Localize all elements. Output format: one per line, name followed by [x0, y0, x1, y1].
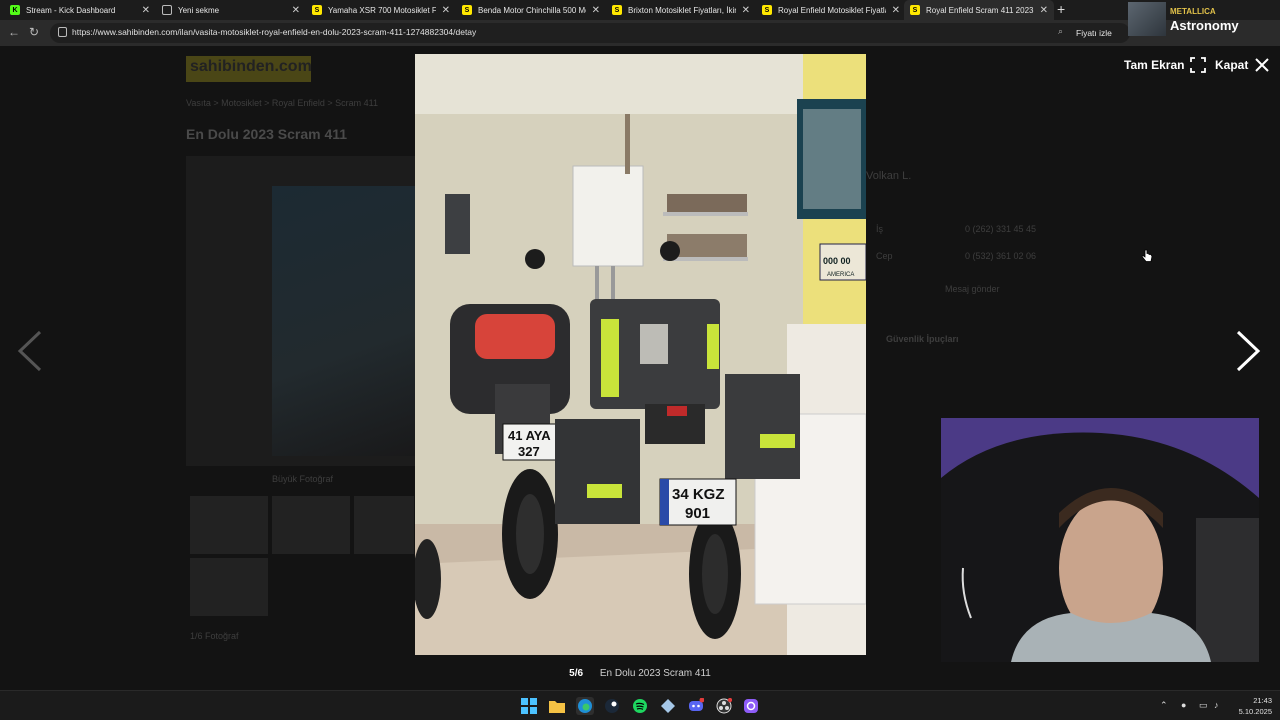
site-logo: sahibinden.com [186, 56, 312, 82]
now-playing-widget: METALLICA Astronomy [1128, 2, 1280, 36]
tab-strip: K Stream - Kick Dashboard ✕ Yeni sekme ✕… [0, 0, 1280, 20]
listing-photo: 000 00 AMERICA 41 AYA 327 34 KGZ 901 [415, 54, 866, 655]
tab-brixton[interactable]: S Brixton Motosiklet Fiyatları, İkinci ✕ [606, 0, 756, 20]
refresh-icon[interactable]: ↻ [29, 25, 39, 39]
breadcrumb: Vasıta > Motosiklet > Royal Enfield > Sc… [186, 98, 379, 108]
tab-benda[interactable]: S Benda Motor Chinchilla 500 Motosiklet … [456, 0, 606, 20]
tab-close-icon[interactable]: ✕ [1040, 5, 1048, 16]
previous-photo-button[interactable] [14, 330, 46, 377]
tab-close-icon[interactable]: ✕ [292, 5, 300, 16]
tab-close-icon[interactable]: ✕ [892, 5, 900, 16]
app-icon[interactable] [659, 697, 677, 715]
system-clock[interactable]: 21:43 5.10.2025 [1232, 695, 1272, 717]
close-icon [1255, 58, 1270, 72]
url-text: https://www.sahibinden.com/ilan/vasita-m… [72, 27, 477, 37]
fullscreen-button[interactable]: Tam Ekran [1124, 57, 1207, 73]
phone-label: İş [876, 224, 884, 234]
photo-thumbnail [190, 558, 268, 616]
close-label: Kapat [1215, 58, 1249, 72]
artist-name: METALLICA [1170, 7, 1216, 16]
search-icon[interactable]: ⌕ [1058, 26, 1063, 37]
file-explorer-icon[interactable] [548, 697, 566, 715]
seller-name: Volkan L. [866, 170, 912, 182]
site-info-icon[interactable] [58, 27, 67, 37]
tab-close-icon[interactable]: ✕ [592, 5, 600, 16]
clock-time: 21:43 [1253, 696, 1272, 705]
close-viewer-button[interactable]: Kapat [1215, 57, 1270, 73]
edge-browser-icon[interactable] [576, 697, 594, 715]
tab-title: Yeni sekme [178, 5, 220, 15]
phone-number: 0 (262) 331 45 45 [965, 224, 1037, 234]
discord-icon[interactable] [687, 697, 705, 715]
send-message-link: Mesaj gönder [945, 284, 1000, 294]
big-photo-link: Büyük Fotoğraf [272, 474, 334, 484]
plate-left-line1: 41 AYA [508, 428, 551, 443]
network-icon[interactable]: ▭ [1199, 700, 1208, 711]
wall-sign-text: 000 00 [823, 256, 851, 266]
app-launcher-icon[interactable] [742, 697, 760, 715]
page-favicon-icon [162, 5, 172, 15]
sahibinden-favicon-icon: S [312, 5, 322, 15]
back-icon[interactable]: ← [8, 25, 20, 39]
chevron-left-icon [17, 330, 42, 372]
plate-right-line1: 34 KGZ [672, 486, 725, 503]
photo-thumbnail [190, 496, 268, 554]
plate-left-line2: 327 [518, 444, 540, 459]
chevron-right-icon [1236, 330, 1261, 372]
obs-icon[interactable] [715, 697, 733, 715]
tab-title: Stream - Kick Dashboard [26, 5, 116, 15]
tab-title: Yamaha XSR 700 Motosiklet Fiyatları [328, 5, 436, 15]
tab-title: Royal Enfield Scram 411 2023 Mo [926, 5, 1034, 15]
photo-thumbnail [272, 496, 350, 554]
tab-close-icon[interactable]: ✕ [142, 5, 150, 16]
photo-thumbnail [354, 496, 414, 554]
sahibinden-favicon-icon: S [910, 5, 920, 15]
tab-title: Brixton Motosiklet Fiyatları, İkinci [628, 5, 736, 15]
tab-royal-enfield[interactable]: S Royal Enfield Motosiklet Fiyatları, ✕ [756, 0, 906, 20]
steam-icon[interactable] [603, 697, 621, 715]
security-tips: Güvenlik İpuçları [886, 334, 959, 344]
spotify-icon[interactable] [631, 697, 649, 715]
microphone-icon[interactable]: ● [1181, 700, 1186, 710]
main-photo [186, 156, 416, 466]
address-bar-row: ← ↻ https://www.sahibinden.com/ilan/vasi… [0, 20, 1280, 46]
photo-count: 1/6 Fotoğraf [190, 631, 239, 641]
kick-favicon-icon: K [10, 5, 20, 15]
photo-counter: 5/6 [569, 668, 584, 679]
tab-close-icon[interactable]: ✕ [742, 5, 750, 16]
wall-sign-sub: AMERICA [827, 272, 854, 278]
photo-caption: 5/6 En Dolu 2023 Scram 411 [0, 668, 1280, 679]
clock-date: 5.10.2025 [1238, 707, 1272, 716]
new-tab-button[interactable]: + [1057, 1, 1065, 17]
song-title: Astronomy [1170, 18, 1239, 33]
fullscreen-icon [1190, 57, 1207, 73]
volume-icon[interactable]: ♪ [1214, 700, 1219, 710]
listing-title: En Dolu 2023 Scram 411 [186, 126, 348, 142]
phone-label: Cep [876, 251, 893, 261]
tab-yamaha[interactable]: S Yamaha XSR 700 Motosiklet Fiyatları ✕ [306, 0, 456, 20]
webcam-overlay [941, 418, 1259, 662]
tray-overflow-icon[interactable]: ⌃ [1160, 700, 1168, 711]
tab-new-tab[interactable]: Yeni sekme ✕ [156, 0, 306, 20]
url-field[interactable]: https://www.sahibinden.com/ilan/vasita-m… [50, 23, 1130, 43]
sahibinden-favicon-icon: S [462, 5, 472, 15]
caption-text: En Dolu 2023 Scram 411 [599, 668, 711, 679]
taskbar: ⌃ ● ▭ ♪ 21:43 5.10.2025 [0, 690, 1280, 720]
sahibinden-favicon-icon: S [612, 5, 622, 15]
album-art [1128, 2, 1166, 36]
next-photo-button[interactable] [1232, 330, 1264, 377]
phone-number: 0 (532) 361 02 06 [965, 251, 1037, 261]
tab-title: Benda Motor Chinchilla 500 Motosiklet [478, 5, 586, 15]
windows-start-icon[interactable] [520, 697, 538, 715]
plate-right-line2: 901 [685, 505, 710, 522]
hand-cursor-icon [1141, 249, 1153, 262]
fullscreen-label: Tam Ekran [1124, 58, 1185, 72]
tab-scram-411[interactable]: S Royal Enfield Scram 411 2023 Mo ✕ [904, 0, 1054, 20]
tab-close-icon[interactable]: ✕ [442, 5, 450, 16]
tab-kick-dashboard[interactable]: K Stream - Kick Dashboard ✕ [4, 0, 156, 20]
sahibinden-favicon-icon: S [762, 5, 772, 15]
price-watch-button[interactable]: Fiyatı izle [1076, 28, 1112, 38]
tab-title: Royal Enfield Motosiklet Fiyatları, [778, 5, 886, 15]
